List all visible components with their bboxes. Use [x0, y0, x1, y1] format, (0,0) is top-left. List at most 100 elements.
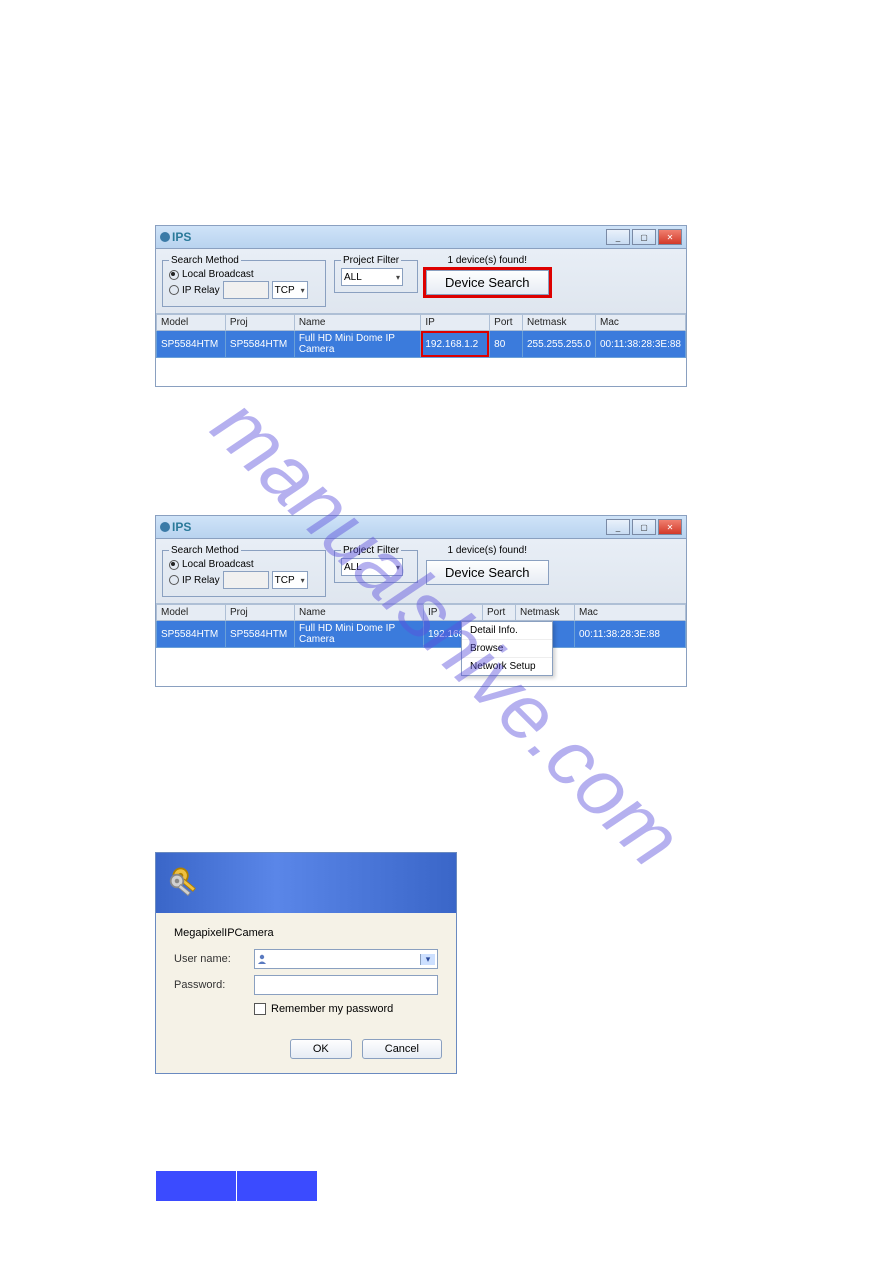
cell-ip: 192.168.1.2 [421, 331, 490, 358]
found-area: 1 device(s) found! Device Search [426, 545, 549, 585]
col-ip: IP [421, 315, 490, 331]
project-filter-combo[interactable]: ALL ▾ [341, 268, 403, 286]
credentials-table [155, 1170, 318, 1202]
user-icon [257, 954, 267, 964]
table-row[interactable]: SP5584HTM SP5584HTM Full HD Mini Dome IP… [157, 331, 686, 358]
minimize-button[interactable]: _ [606, 229, 630, 245]
remember-row[interactable]: Remember my password [254, 1003, 438, 1015]
col-proj: Proj [226, 605, 295, 621]
protocol-value: TCP [275, 575, 295, 586]
found-label: 1 device(s) found! [448, 545, 528, 556]
project-filter-legend: Project Filter [341, 545, 401, 556]
device-search-button[interactable]: Device Search [426, 270, 549, 295]
table-row[interactable]: SP5584HTM SP5584HTM Full HD Mini Dome IP… [157, 621, 686, 648]
password-label: Password: [174, 979, 244, 991]
username-field[interactable]: ▾ [254, 949, 438, 969]
col-mac: Mac [575, 605, 686, 621]
ip-relay-radio[interactable]: IP Relay TCP ▾ [169, 571, 319, 589]
menu-browse[interactable]: Browse [462, 640, 552, 658]
cancel-button[interactable]: Cancel [362, 1039, 442, 1059]
col-name: Name [294, 315, 421, 331]
cell-model: SP5584HTM [157, 331, 226, 358]
device-table: Model Proj Name IP Port Netmask Mac SP55… [156, 314, 686, 358]
cell-name: Full HD Mini Dome IP Camera [294, 331, 421, 358]
username-row: User name: ▾ [174, 949, 438, 969]
col-model: Model [157, 315, 226, 331]
ip-relay-input [223, 571, 269, 589]
project-filter-group: Project Filter ALL ▾ [334, 545, 418, 583]
close-button[interactable]: ✕ [658, 519, 682, 535]
col-mac: Mac [596, 315, 686, 331]
local-broadcast-label: Local Broadcast [182, 559, 254, 570]
password-row: Password: [174, 975, 438, 995]
table-row [156, 1171, 318, 1202]
chevron-down-icon: ▾ [396, 273, 400, 282]
local-broadcast-label: Local Broadcast [182, 269, 254, 280]
cell-port: 80 [490, 331, 523, 358]
maximize-button[interactable]: ▢ [632, 519, 656, 535]
app-logo: IPS [160, 230, 191, 244]
local-broadcast-radio[interactable]: Local Broadcast [169, 269, 319, 280]
cred-pass-cell [237, 1171, 318, 1202]
ok-button[interactable]: OK [290, 1039, 352, 1059]
col-model: Model [157, 605, 226, 621]
found-area: 1 device(s) found! Device Search [426, 255, 549, 295]
app-logo: IPS [160, 520, 191, 534]
protocol-value: TCP [275, 285, 295, 296]
project-filter-combo[interactable]: ALL ▾ [341, 558, 403, 576]
chevron-down-icon: ▾ [396, 563, 400, 572]
titlebar: IPS _ ▢ ✕ [156, 226, 686, 249]
radio-icon [169, 560, 179, 570]
minimize-button[interactable]: _ [606, 519, 630, 535]
ip-relay-radio[interactable]: IP Relay TCP ▾ [169, 281, 319, 299]
ips-window-2: IPS _ ▢ ✕ Search Method Local Broadcast … [155, 515, 687, 687]
login-body: MegapixelIPCamera User name: ▾ Password:… [156, 913, 456, 1025]
login-title: MegapixelIPCamera [174, 927, 438, 939]
checkbox-icon [254, 1003, 266, 1015]
search-method-group: Search Method Local Broadcast IP Relay T… [162, 545, 326, 597]
protocol-combo[interactable]: TCP ▾ [272, 571, 308, 589]
chevron-down-icon: ▾ [301, 286, 305, 295]
chevron-down-icon: ▾ [301, 576, 305, 585]
radio-icon [169, 270, 179, 280]
project-filter-value: ALL [344, 272, 362, 283]
close-button[interactable]: ✕ [658, 229, 682, 245]
cell-model: SP5584HTM [157, 621, 226, 648]
keys-icon [168, 863, 204, 899]
window-controls: _ ▢ ✕ [606, 519, 682, 535]
radio-icon [169, 575, 179, 585]
col-port: Port [483, 605, 516, 621]
login-buttons: OK Cancel [156, 1025, 456, 1073]
col-netmask: Netmask [522, 315, 595, 331]
menu-network-setup[interactable]: Network Setup [462, 658, 552, 675]
radio-icon [169, 285, 179, 295]
cell-proj: SP5584HTM [225, 331, 294, 358]
table-header-row: Model Proj Name IP Port Netmask Mac [157, 605, 686, 621]
col-name: Name [295, 605, 424, 621]
found-label: 1 device(s) found! [448, 255, 528, 266]
search-method-group: Search Method Local Broadcast IP Relay T… [162, 255, 326, 307]
local-broadcast-radio[interactable]: Local Broadcast [169, 559, 319, 570]
col-proj: Proj [225, 315, 294, 331]
chevron-down-icon: ▾ [420, 954, 435, 965]
ip-relay-input [223, 281, 269, 299]
ip-relay-label: IP Relay [182, 575, 220, 586]
cell-name: Full HD Mini Dome IP Camera [295, 621, 424, 648]
ip-relay-label: IP Relay [182, 285, 220, 296]
password-field[interactable] [254, 975, 438, 995]
protocol-combo[interactable]: TCP ▾ [272, 281, 308, 299]
maximize-button[interactable]: ▢ [632, 229, 656, 245]
col-netmask: Netmask [516, 605, 575, 621]
toolbar: Search Method Local Broadcast IP Relay T… [156, 539, 686, 604]
table-header-row: Model Proj Name IP Port Netmask Mac [157, 315, 686, 331]
device-table: Model Proj Name IP Port Netmask Mac SP55… [156, 604, 686, 648]
project-filter-value: ALL [344, 562, 362, 573]
context-menu[interactable]: Detail Info. Browse Network Setup [461, 621, 553, 676]
ips-window-1: IPS _ ▢ ✕ Search Method Local Broadcast … [155, 225, 687, 387]
username-label: User name: [174, 953, 244, 965]
col-ip: IP [424, 605, 483, 621]
window-controls: _ ▢ ✕ [606, 229, 682, 245]
cred-user-cell [156, 1171, 237, 1202]
device-search-button[interactable]: Device Search [426, 560, 549, 585]
menu-detail-info[interactable]: Detail Info. [462, 622, 552, 640]
